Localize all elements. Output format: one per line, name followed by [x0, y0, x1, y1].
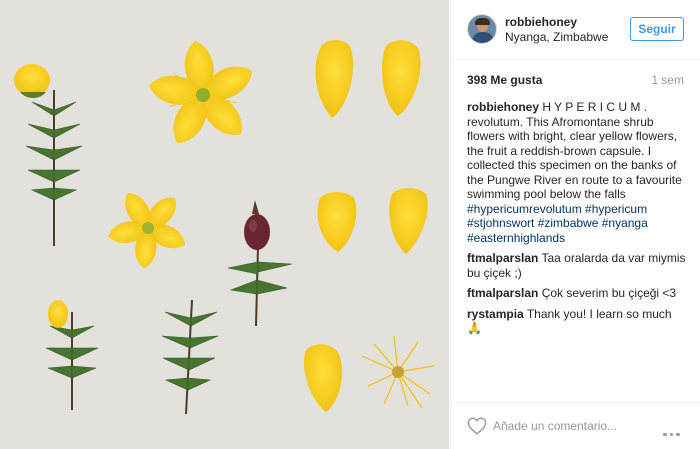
caption-text: H Y P E R I C U M . revolutum. This Afro…: [467, 100, 682, 201]
comment-text: Çok severim bu çiçeği <3: [541, 286, 677, 300]
likes-count[interactable]: 398 Me gusta: [467, 73, 542, 87]
follow-button[interactable]: Seguir: [630, 17, 684, 41]
comment-username[interactable]: ftmalparslan: [467, 251, 538, 265]
comments-list: robbiehoney H Y P E R I C U M . revolutu…: [467, 100, 687, 342]
author-username[interactable]: robbiehoney: [505, 15, 577, 29]
comment-username[interactable]: ftmalparslan: [467, 286, 538, 300]
caption-username[interactable]: robbiehoney: [467, 100, 539, 114]
comment-input[interactable]: [493, 417, 653, 435]
caption: robbiehoney H Y P E R I C U M . revolutu…: [467, 100, 687, 245]
hypericum-specimen-image: [0, 0, 449, 449]
avatar[interactable]: [467, 14, 497, 44]
post-photo[interactable]: [0, 0, 449, 449]
heart-outline-icon[interactable]: [467, 417, 487, 435]
comment-username[interactable]: rystampia: [467, 307, 524, 321]
post-time[interactable]: 1 sem: [651, 73, 684, 87]
author-location[interactable]: Nyanga, Zimbabwe: [505, 30, 608, 44]
small-bud: [48, 300, 68, 328]
comment-item: ftmalparslan Taa oralarda da var miymis …: [467, 251, 687, 280]
comment-item: rystampia Thank you! I learn so much 🙏: [467, 307, 687, 336]
post-side-panel: robbiehoney Nyanga, Zimbabwe Seguir 398 …: [450, 0, 700, 449]
comment-item: ftmalparslan Çok severim bu çiçeği <3: [467, 286, 687, 301]
more-dots-icon[interactable]: [663, 423, 687, 436]
caption-hashtags[interactable]: #hypericumrevolutum #hypericum #stjohnsw…: [467, 202, 648, 245]
comment-bar: [451, 402, 700, 449]
post-header: robbiehoney Nyanga, Zimbabwe Seguir: [451, 0, 700, 60]
